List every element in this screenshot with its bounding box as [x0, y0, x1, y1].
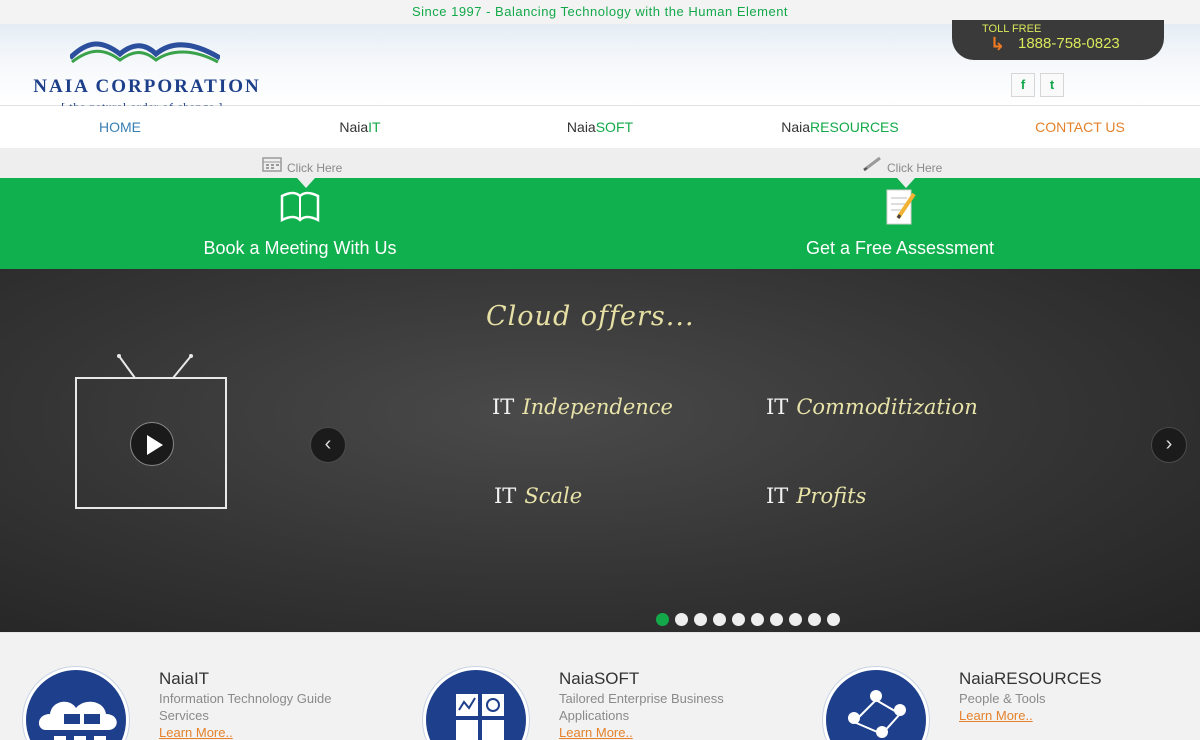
slider-dot[interactable]	[675, 613, 688, 626]
logo[interactable]: NAIA CORPORATION [ the natural order of …	[22, 34, 272, 114]
nav-naiait-prefix: Naia	[339, 119, 369, 135]
service-title: NaiaIT	[159, 669, 210, 688]
slider-dot[interactable]	[808, 613, 821, 626]
slider-next-button[interactable]: ›	[1151, 427, 1187, 463]
toll-free-number[interactable]: 1888-758-0823	[1018, 35, 1120, 52]
offer-item: IT Scale	[494, 484, 582, 508]
slider-dot[interactable]	[732, 613, 745, 626]
slider-dot[interactable]	[656, 613, 669, 626]
hero-slider: Cloud offers... IT Independence IT Commodi…	[0, 269, 1200, 632]
people-network-icon[interactable]	[823, 667, 929, 740]
video-frame	[75, 354, 227, 509]
nav-naiaresources-prefix: Naia	[781, 119, 811, 135]
slider-dot[interactable]	[770, 613, 783, 626]
main-nav: HOME NaiaIT NaiaSOFT NaiaRESOURCES CONTA…	[0, 106, 1200, 148]
service-description: Tailored Enterprise Business Application…	[559, 690, 749, 740]
service-naiasoft: NaiaSOFT Tailored Enterprise Business Ap…	[400, 633, 760, 740]
nav-naiaresources-suffix: RESOURCES	[810, 119, 899, 135]
toll-free-badge[interactable]: TOLL FREE ↳ 1888-758-0823	[952, 20, 1164, 60]
offer-prefix: IT	[492, 395, 515, 419]
nav-naiasoft-suffix: SOFT	[595, 119, 634, 135]
learn-more-link[interactable]: Learn More..	[559, 725, 633, 740]
offer-item: IT Commoditization	[766, 395, 978, 419]
notepad-pencil-icon	[876, 188, 924, 228]
click-here-meeting-label: Click Here	[287, 161, 343, 175]
slider-dot[interactable]	[827, 613, 840, 626]
tv-antenna-icon	[117, 354, 193, 379]
cloud-network-icon[interactable]	[23, 667, 129, 740]
slider-dot[interactable]	[694, 613, 707, 626]
free-assessment-label: Get a Free Assessment	[805, 238, 995, 258]
click-here-assessment[interactable]: Click Here	[862, 156, 942, 175]
service-naiait: NaiaIT Information Technology Guide Serv…	[0, 633, 360, 740]
slider-prev-button[interactable]: ‹	[310, 427, 346, 463]
slider-dot[interactable]	[713, 613, 726, 626]
offer-prefix: IT	[766, 484, 789, 508]
click-here-strip: Click Here Click Here	[0, 148, 1200, 178]
learn-more-link[interactable]: Learn More..	[159, 725, 233, 740]
nav-home-label: HOME	[99, 119, 141, 135]
play-icon[interactable]	[130, 422, 174, 466]
cta-banner: Book a Meeting With Us Get a Free Assess…	[0, 178, 1200, 269]
business-apps-icon[interactable]	[423, 667, 529, 740]
book-meeting-label: Book a Meeting With Us	[203, 238, 397, 258]
nav-naiaresources[interactable]: NaiaRESOURCES	[740, 106, 940, 148]
services-section: NaiaIT Information Technology Guide Serv…	[0, 632, 1200, 740]
service-naiaresources: NaiaRESOURCES People & Tools Learn More.…	[800, 633, 1160, 740]
slider-dot[interactable]	[751, 613, 764, 626]
nav-naiait-suffix: IT	[368, 119, 381, 135]
offer-item: IT Independence	[492, 395, 673, 419]
service-description: People & Tools Learn More..	[959, 690, 1149, 724]
service-title: NaiaRESOURCES	[959, 669, 1102, 688]
offer-word: Profits	[796, 484, 867, 508]
twitter-icon[interactable]: t	[1040, 73, 1064, 97]
click-here-meeting[interactable]: Click Here	[262, 156, 342, 175]
service-description: Information Technology Guide Services Le…	[159, 690, 349, 740]
book-meeting-cta[interactable]: Book a Meeting With Us	[150, 178, 450, 269]
tagline-text: Since 1997 - Balancing Technology with t…	[411, 4, 789, 19]
facebook-icon[interactable]: f	[1011, 73, 1035, 97]
slider-dot[interactable]	[789, 613, 802, 626]
service-desc-text: Tailored Enterprise Business Application…	[559, 691, 724, 723]
offer-word: Scale	[524, 484, 583, 508]
service-title: NaiaSOFT	[559, 669, 640, 688]
offer-word: Commoditization	[796, 395, 978, 419]
logo-waves-icon	[70, 41, 220, 64]
site-header: NAIA CORPORATION [ the natural order of …	[0, 20, 1200, 114]
service-desc-text: People & Tools	[959, 691, 1046, 706]
slider-dots	[656, 613, 856, 627]
service-desc-text: Information Technology Guide Services	[159, 691, 332, 723]
open-book-icon	[276, 188, 324, 228]
nav-contact-label: CONTACT US	[1035, 119, 1125, 135]
pencil-icon	[862, 156, 882, 175]
nav-contact-us[interactable]: CONTACT US	[980, 106, 1180, 148]
offer-word: Independence	[522, 395, 673, 419]
nav-naiasoft[interactable]: NaiaSOFT	[500, 106, 700, 148]
arrow-icon: ↳	[990, 34, 1006, 54]
free-assessment-cta[interactable]: Get a Free Assessment	[750, 178, 1050, 269]
nav-naiait[interactable]: NaiaIT	[260, 106, 460, 148]
offer-item: IT Profits	[766, 484, 866, 508]
nav-home[interactable]: HOME	[20, 106, 220, 148]
offer-prefix: IT	[766, 395, 789, 419]
learn-more-link[interactable]: Learn More..	[959, 708, 1033, 723]
logo-name: NAIA CORPORATION	[33, 76, 261, 97]
click-here-assessment-label: Click Here	[887, 161, 943, 175]
nav-naiasoft-prefix: Naia	[566, 119, 596, 135]
offer-prefix: IT	[494, 484, 517, 508]
calendar-icon	[262, 156, 282, 175]
slide-title: Cloud offers...	[486, 301, 695, 332]
